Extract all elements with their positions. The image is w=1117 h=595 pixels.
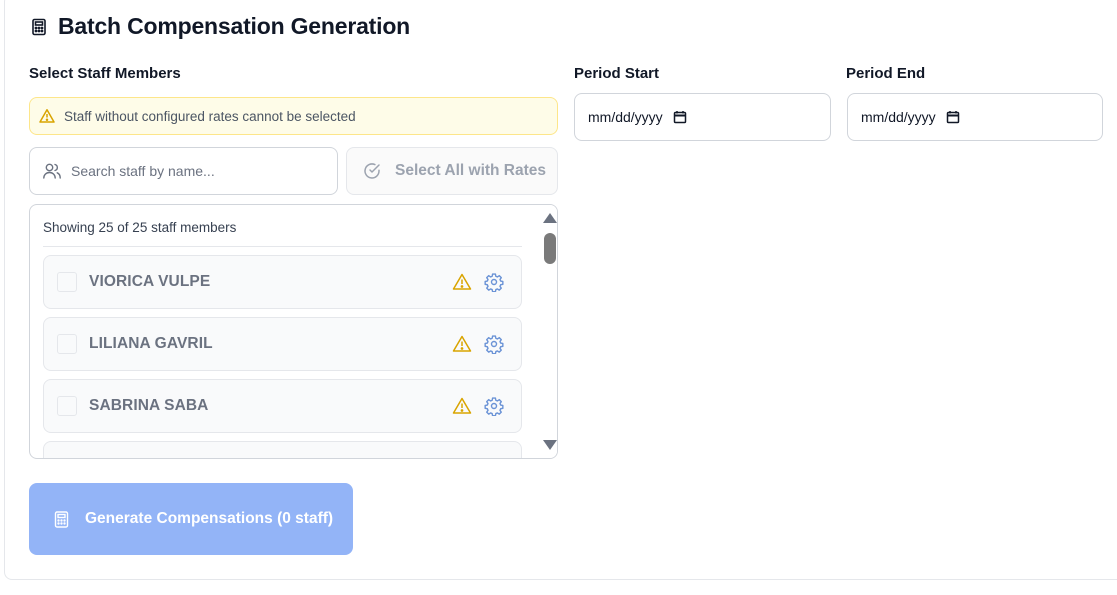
period-end-input[interactable]: mm/dd/yyyy xyxy=(847,93,1103,141)
warning-icon xyxy=(452,396,472,416)
staff-search-field[interactable] xyxy=(29,147,338,195)
warning-icon xyxy=(452,272,472,292)
staff-checkbox[interactable] xyxy=(57,272,77,292)
staff-section-label: Select Staff Members xyxy=(29,65,181,82)
warning-text: Staff without configured rates cannot be… xyxy=(64,108,356,124)
generate-label: Generate Compensations (0 staff) xyxy=(85,510,334,527)
select-all-label: Select All with Rates xyxy=(395,162,547,179)
warning-icon xyxy=(452,334,472,354)
warning-icon xyxy=(39,108,55,124)
staff-name: LILIANA GAVRIL xyxy=(89,335,213,352)
select-all-with-rates-button[interactable]: Select All with Rates xyxy=(346,147,558,195)
scroll-down-arrow-icon[interactable] xyxy=(543,440,557,450)
staff-row: SABRINA SABA xyxy=(43,379,522,433)
rates-warning-banner: Staff without configured rates cannot be… xyxy=(29,97,558,135)
staff-row: VIORICA VULPE xyxy=(43,255,522,309)
period-start-label: Period Start xyxy=(574,65,660,82)
page-header: Batch Compensation Generation xyxy=(30,13,410,40)
staff-list-content: Showing 25 of 25 staff members VIORICA V… xyxy=(43,205,522,458)
calculator-icon xyxy=(30,18,48,36)
users-icon xyxy=(42,161,62,181)
list-scrollbar[interactable] xyxy=(537,205,557,458)
search-input[interactable] xyxy=(71,163,311,179)
staff-checkbox[interactable] xyxy=(57,396,77,416)
period-start-input[interactable]: mm/dd/yyyy xyxy=(574,93,831,141)
showing-count: Showing 25 of 25 staff members xyxy=(43,205,522,247)
generate-compensations-button[interactable]: Generate Compensations (0 staff) xyxy=(29,483,353,555)
calendar-icon[interactable] xyxy=(673,110,687,124)
staff-row-partial xyxy=(43,441,522,458)
gear-icon[interactable] xyxy=(484,334,504,354)
page-title: Batch Compensation Generation xyxy=(58,13,411,39)
staff-name: SABRINA SABA xyxy=(89,397,209,414)
period-end-value: mm/dd/yyyy xyxy=(861,109,936,125)
staff-name: VIORICA VULPE xyxy=(89,273,211,290)
staff-checkbox[interactable] xyxy=(57,334,77,354)
calculator-icon xyxy=(54,510,69,528)
calendar-icon[interactable] xyxy=(946,110,960,124)
check-circle-icon xyxy=(363,162,381,180)
gear-icon[interactable] xyxy=(484,272,504,292)
scroll-up-arrow-icon[interactable] xyxy=(543,213,557,223)
period-end-label: Period End xyxy=(846,65,926,82)
staff-list[interactable]: Showing 25 of 25 staff members VIORICA V… xyxy=(29,204,558,459)
scroll-thumb[interactable] xyxy=(544,233,556,264)
gear-icon[interactable] xyxy=(484,396,504,416)
period-start-value: mm/dd/yyyy xyxy=(588,109,663,125)
staff-row: LILIANA GAVRIL xyxy=(43,317,522,371)
